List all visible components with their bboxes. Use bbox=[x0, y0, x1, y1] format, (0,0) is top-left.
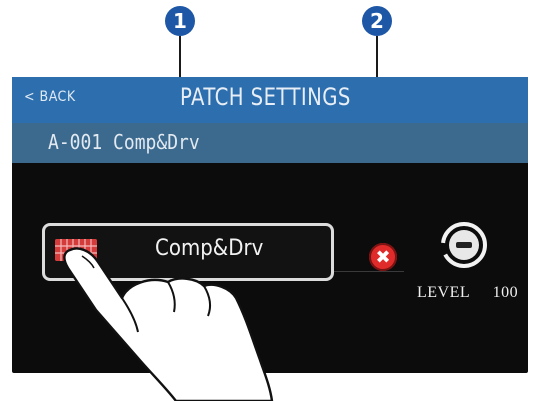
pointing-hand-icon bbox=[63, 247, 274, 401]
